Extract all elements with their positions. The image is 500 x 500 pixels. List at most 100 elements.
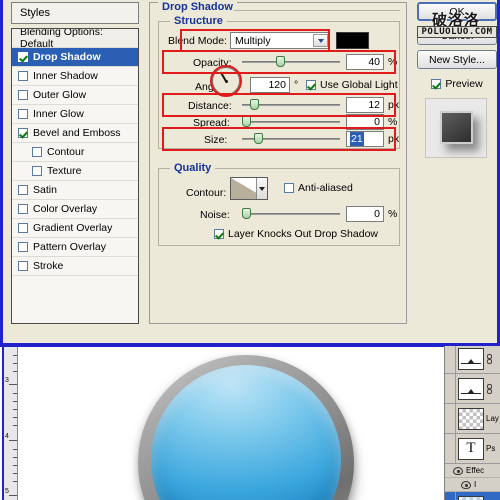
ruler-label-5: 5 xyxy=(5,488,9,495)
styles-panel-title: Styles xyxy=(11,2,139,24)
style-item-pattern-overlay[interactable]: Pattern Overlay xyxy=(12,238,138,257)
heading-divider xyxy=(234,10,400,11)
checkbox-icon[interactable] xyxy=(18,261,28,271)
layer-row[interactable]: Lay xyxy=(445,404,500,434)
style-item-satin[interactable]: Satin xyxy=(12,181,138,200)
checkbox-icon[interactable] xyxy=(18,90,28,100)
contour-label: Contour: xyxy=(186,187,227,199)
style-item-label: Contour xyxy=(47,146,85,158)
shadow-color-swatch[interactable] xyxy=(336,32,369,49)
checkbox-icon[interactable] xyxy=(18,71,28,81)
style-item-label: Pattern Overlay xyxy=(33,241,106,253)
style-item-texture[interactable]: Texture xyxy=(12,162,138,181)
style-item-inner-shadow[interactable]: Inner Shadow xyxy=(12,67,138,86)
noise-label: Noise: xyxy=(200,209,230,221)
style-item-bevel-and-emboss[interactable]: Bevel and Emboss xyxy=(12,124,138,143)
checkbox-icon[interactable] xyxy=(18,204,28,214)
layer-visibility-column[interactable] xyxy=(447,492,456,500)
noise-slider-knob[interactable] xyxy=(242,208,251,219)
layer-visibility-column[interactable] xyxy=(447,434,456,463)
spread-slider-knob[interactable] xyxy=(242,116,251,127)
checkbox-icon[interactable] xyxy=(32,147,42,157)
layer-effects-label: Effec xyxy=(466,466,485,475)
style-item-gradient-overlay[interactable]: Gradient Overlay xyxy=(12,219,138,238)
size-value: 21 xyxy=(350,132,364,146)
layer-thumbnail[interactable] xyxy=(458,495,484,500)
layer-effect-label: I xyxy=(474,480,477,489)
opacity-unit: % xyxy=(388,56,398,68)
chevron-down-icon[interactable] xyxy=(313,34,328,47)
spread-slider[interactable] xyxy=(242,116,340,128)
styles-list[interactable]: Blending Options: Default Drop Shadow In… xyxy=(11,28,139,324)
layers-palette[interactable]: Lay T Ps Effec I xyxy=(444,344,500,500)
checkbox-icon[interactable] xyxy=(18,242,28,252)
chevron-down-icon[interactable] xyxy=(256,178,267,199)
checkbox-icon[interactable] xyxy=(18,185,28,195)
layer-row-selected[interactable] xyxy=(445,492,500,500)
size-slider[interactable] xyxy=(242,133,340,145)
layer-row[interactable] xyxy=(445,344,500,374)
preview-checkbox[interactable] xyxy=(431,79,442,89)
layer-thumbnail[interactable] xyxy=(458,407,484,430)
drop-shadow-options-panel: Drop Shadow Structure Blend Mode: Multip… xyxy=(149,1,407,324)
layer-effect-item-row[interactable]: I xyxy=(445,478,500,492)
anti-aliased-checkbox[interactable] xyxy=(284,183,294,193)
preview-label: Preview xyxy=(445,78,483,90)
style-item-drop-shadow[interactable]: Drop Shadow xyxy=(12,48,138,67)
style-item-label: Inner Glow xyxy=(33,108,84,120)
style-item-inner-glow[interactable]: Inner Glow xyxy=(12,105,138,124)
layer-visibility-column[interactable] xyxy=(447,374,456,403)
type-layer-thumbnail[interactable]: T xyxy=(458,437,484,460)
distance-slider[interactable] xyxy=(242,99,340,111)
layer-link-icon[interactable] xyxy=(486,381,493,397)
noise-value: 0 xyxy=(374,208,380,220)
eye-icon[interactable] xyxy=(453,466,463,475)
distance-unit: px xyxy=(388,99,400,111)
blend-mode-select[interactable]: Multiply xyxy=(230,32,330,49)
distance-slider-knob[interactable] xyxy=(250,99,259,110)
spread-input[interactable]: 0 xyxy=(346,114,384,130)
opacity-input[interactable]: 40 xyxy=(346,54,384,70)
new-style-button[interactable]: New Style... xyxy=(417,50,497,69)
style-item-blending-options[interactable]: Blending Options: Default xyxy=(12,29,138,50)
noise-input[interactable]: 0 xyxy=(346,206,384,222)
preview-toggle[interactable]: Preview xyxy=(417,78,497,90)
checkbox-icon[interactable] xyxy=(32,166,42,176)
checkbox-icon[interactable] xyxy=(18,128,28,138)
angle-dial[interactable] xyxy=(212,67,240,95)
style-item-color-overlay[interactable]: Color Overlay xyxy=(12,200,138,219)
style-item-contour[interactable]: Contour xyxy=(12,143,138,162)
layer-name: Ps xyxy=(486,444,496,453)
noise-slider[interactable] xyxy=(242,208,340,220)
layer-link-icon[interactable] xyxy=(486,351,493,367)
checkbox-icon[interactable] xyxy=(18,109,28,119)
layer-effects-row[interactable]: Effec xyxy=(445,464,500,478)
checkbox-icon[interactable] xyxy=(18,223,28,233)
document-canvas[interactable] xyxy=(18,347,440,500)
opacity-slider-knob[interactable] xyxy=(276,56,285,67)
eye-icon[interactable] xyxy=(461,480,471,489)
style-item-label: Stroke xyxy=(33,260,64,272)
layer-thumbnail[interactable] xyxy=(458,377,484,400)
size-input[interactable]: 21 xyxy=(346,131,384,147)
layer-row[interactable]: T Ps xyxy=(445,434,500,464)
style-item-outer-glow[interactable]: Outer Glow xyxy=(12,86,138,105)
layer-visibility-column[interactable] xyxy=(447,404,456,433)
angle-input[interactable]: 120 xyxy=(250,77,290,93)
style-item-label: Satin xyxy=(33,184,57,196)
opacity-slider-track xyxy=(242,61,340,63)
dialog-buttons-column: OK Cancel 破洛洛 POLUOLUO.COM New Style... … xyxy=(415,2,499,324)
layer-visibility-column[interactable] xyxy=(447,344,456,373)
layer-knocks-out-drop-shadow-checkbox[interactable] xyxy=(214,229,224,239)
size-slider-knob[interactable] xyxy=(254,133,263,144)
distance-input[interactable]: 12 xyxy=(346,97,384,113)
vertical-ruler[interactable]: 3 4 5 xyxy=(2,347,18,500)
opacity-slider[interactable] xyxy=(242,56,340,68)
checkbox-icon[interactable] xyxy=(18,52,28,62)
layer-row[interactable] xyxy=(445,374,500,404)
use-global-light-checkbox[interactable] xyxy=(306,80,316,90)
size-label: Size: xyxy=(204,134,228,146)
contour-preset-picker[interactable] xyxy=(230,177,268,200)
style-item-stroke[interactable]: Stroke xyxy=(12,257,138,276)
layer-thumbnail[interactable] xyxy=(458,347,484,370)
